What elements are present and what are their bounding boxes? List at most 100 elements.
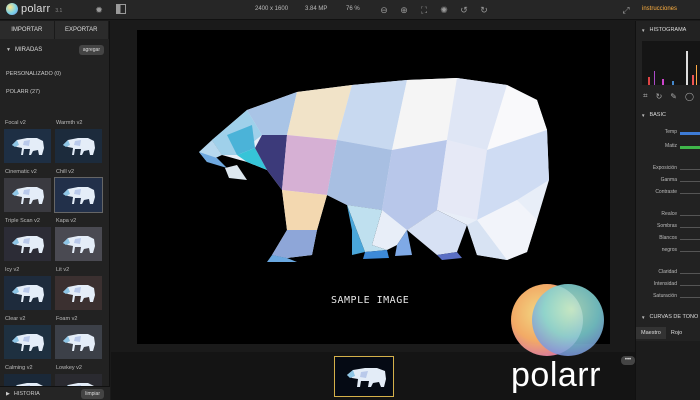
- slider-row[interactable]: Temp: [636, 129, 700, 137]
- slider-row[interactable]: Realce: [636, 211, 700, 219]
- filter-preview-image: [54, 177, 103, 213]
- filter-thumb[interactable]: Foam v2: [55, 316, 102, 361]
- filter-thumb[interactable]: Clear v2: [4, 316, 51, 361]
- filter-thumb-label: Focal v2: [5, 120, 26, 126]
- filter-thumb-label: Clear v2: [5, 316, 26, 322]
- history-section[interactable]: ▶ HISTORIA limpiar: [0, 386, 110, 400]
- slider-track[interactable]: [680, 227, 700, 228]
- brush-icon[interactable]: ✎: [670, 92, 677, 101]
- settings-gear-icon[interactable]: ✹: [93, 4, 105, 16]
- histogram-graph: [642, 41, 700, 85]
- filter-thumb-label: Cinematic v2: [5, 169, 37, 175]
- slider-row[interactable]: negros: [636, 247, 700, 255]
- filter-preview-image: [4, 129, 51, 163]
- filter-preview-image: [4, 178, 51, 212]
- slider-row[interactable]: Claridad: [636, 269, 700, 277]
- curve-tab-red[interactable]: Rojo: [666, 327, 687, 339]
- filter-thumb-label: Calming v2: [5, 365, 33, 371]
- compare-icon[interactable]: ✺: [438, 4, 450, 16]
- slider-row[interactable]: Contraste: [636, 189, 700, 197]
- slider-track[interactable]: [680, 215, 700, 216]
- undo-icon[interactable]: ↺: [458, 4, 470, 16]
- polarr-logo-icon: [6, 3, 18, 15]
- filter-thumb[interactable]: Icy v2: [4, 267, 51, 312]
- filter-thumb-label: Warmth v2: [56, 120, 83, 126]
- import-export-tabs: IMPORTAR EXPORTAR: [0, 21, 109, 39]
- filter-thumb[interactable]: Warmth v2: [55, 120, 102, 165]
- instructions-link[interactable]: instrucciones: [642, 6, 677, 12]
- slider-label: Sombras: [656, 223, 677, 229]
- slider-track[interactable]: [680, 181, 700, 182]
- slider-row[interactable]: Matiz: [636, 143, 700, 151]
- slider-track[interactable]: [680, 251, 700, 252]
- slider-row[interactable]: Ganma: [636, 177, 700, 185]
- caret-down-icon: ▼: [641, 27, 646, 33]
- slider-row[interactable]: Exposición: [636, 165, 700, 173]
- slider-row[interactable]: Saturación: [636, 293, 700, 301]
- slider-row[interactable]: Blancos: [636, 235, 700, 243]
- filter-thumb[interactable]: Chill v2: [54, 169, 103, 214]
- polarr-editor: polarr 3.1 ✹ 2400 x 1600 3.84 MP 76 % ⊖ …: [0, 0, 700, 400]
- toggle-sidebar-icon[interactable]: [115, 4, 127, 16]
- filter-preview-image: [55, 129, 102, 163]
- slider-track[interactable]: [680, 146, 700, 149]
- filter-thumb[interactable]: Kapa v2: [55, 218, 102, 263]
- curve-tab-master[interactable]: Maestro: [636, 327, 666, 339]
- slider-track[interactable]: [680, 297, 700, 298]
- filmstrip-thumbnail-selected[interactable]: [334, 356, 394, 397]
- curves-header[interactable]: ▼ CURVAS DE TONO: [636, 311, 700, 323]
- expand-icon[interactable]: ⤢: [620, 4, 632, 16]
- polarr-filter-group[interactable]: POLARR (27): [6, 89, 40, 95]
- slider-row[interactable]: Sombras: [636, 223, 700, 231]
- filter-preview-image: [4, 325, 51, 359]
- sample-image-label: SAMPLE IMAGE: [331, 295, 410, 306]
- caret-right-icon: ▶: [6, 390, 10, 397]
- add-filter-button[interactable]: agregar: [78, 45, 104, 55]
- slider-label: Realce: [661, 211, 677, 217]
- more-options-button[interactable]: •••: [621, 356, 635, 365]
- zoom-in-icon[interactable]: ⊕: [398, 4, 410, 16]
- export-button[interactable]: EXPORTAR: [54, 21, 109, 39]
- filter-thumb[interactable]: Triple Scan v2: [4, 218, 51, 263]
- polarr-watermark-text: polarr: [511, 356, 601, 394]
- slider-track[interactable]: [680, 169, 700, 170]
- circle-icon[interactable]: ◯: [685, 92, 694, 101]
- filter-thumb-label: Foam v2: [56, 316, 78, 322]
- caret-down-icon: ▼: [641, 314, 646, 320]
- import-button[interactable]: IMPORTAR: [0, 21, 55, 39]
- histogram-header[interactable]: ▼ HISTOGRAMA: [636, 24, 700, 36]
- filters-section-header[interactable]: ▼ MIRADAS agregar: [0, 43, 110, 57]
- clear-history-button[interactable]: limpiar: [81, 389, 104, 399]
- crop-icon[interactable]: ⌗: [643, 91, 648, 101]
- slider-track[interactable]: [680, 193, 700, 194]
- polarr-watermark-logo: [511, 281, 606, 359]
- slider-track[interactable]: [680, 239, 700, 240]
- slider-track[interactable]: [680, 285, 700, 286]
- tone-curve-graph[interactable]: [636, 341, 700, 400]
- fit-screen-icon[interactable]: ⛶: [418, 4, 430, 16]
- slider-label: negros: [661, 247, 677, 253]
- slider-track[interactable]: [680, 273, 700, 274]
- redo-icon[interactable]: ↻: [478, 4, 490, 16]
- caret-down-icon: ▼: [641, 112, 646, 118]
- filter-thumb[interactable]: Cinematic v2: [4, 169, 51, 214]
- app-version: 3.1: [55, 8, 63, 14]
- custom-filter-group[interactable]: PERSONALIZADO (0): [6, 71, 61, 77]
- filter-thumb[interactable]: Lit v2: [55, 267, 102, 312]
- filter-preview-image: [4, 276, 51, 310]
- filter-preview-image: [55, 276, 102, 310]
- slider-label: Blancos: [659, 235, 677, 241]
- slider-label: Matiz: [665, 143, 677, 149]
- image-megapixels: 3.84 MP: [305, 6, 328, 12]
- refresh-icon[interactable]: ↻: [656, 92, 663, 101]
- slider-row[interactable]: Intensidad: [636, 281, 700, 289]
- slider-track[interactable]: [680, 132, 700, 135]
- histogram-title: HISTOGRAMA: [649, 27, 687, 33]
- basic-title: BASIC: [649, 112, 666, 118]
- zoom-out-icon[interactable]: ⊖: [378, 4, 390, 16]
- caret-down-icon: ▼: [6, 47, 11, 53]
- filters-section-title: MIRADAS: [14, 47, 43, 53]
- filter-thumb[interactable]: Focal v2: [4, 120, 51, 165]
- basic-header[interactable]: ▼ BASIC: [636, 109, 700, 121]
- filter-preview-image: [55, 325, 102, 359]
